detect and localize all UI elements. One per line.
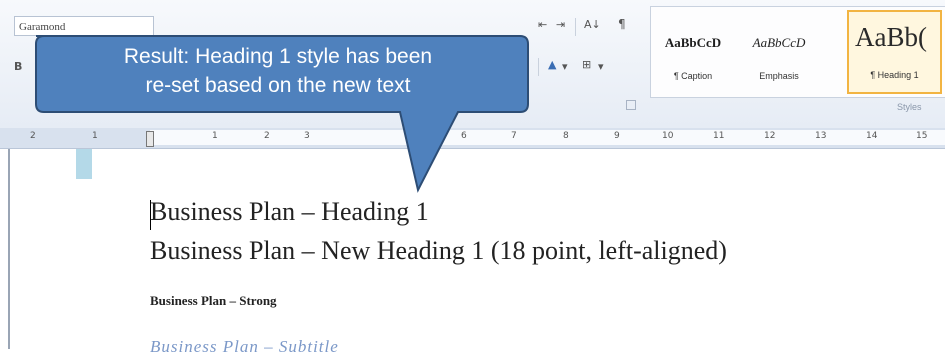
styles-group-label: Styles	[897, 102, 922, 112]
borders-dropdown-icon[interactable]: ▾	[598, 60, 604, 73]
ruler-number: 9	[614, 131, 620, 141]
callout-text: Result: Heading 1 style has been re-set …	[38, 42, 518, 100]
text-caret	[150, 200, 151, 230]
ruler-number: 1	[92, 131, 98, 141]
shading-icon[interactable]: ▲	[548, 58, 556, 71]
callout-line-1: Result: Heading 1 style has been	[123, 45, 433, 68]
callout-line-2: re-set based on the new text	[145, 74, 411, 97]
ruler-number: 12	[764, 131, 776, 141]
ruler-number: 7	[511, 131, 517, 141]
style-caption-name: ¶ Caption	[673, 71, 713, 81]
shading-dropdown-icon[interactable]: ▾	[562, 60, 568, 73]
strong-text[interactable]: Business Plan – Strong	[150, 293, 277, 309]
page-edge	[8, 149, 10, 349]
style-emphasis[interactable]: AaBbCcD Emphasis	[735, 7, 823, 97]
ruler-number: 10	[662, 131, 674, 141]
ruler-number: 13	[815, 131, 827, 141]
increase-indent-icon[interactable]: ⇥	[556, 18, 565, 31]
ruler-number: 14	[866, 131, 878, 141]
style-caption-sample: AaBbCcD	[664, 35, 722, 50]
decrease-indent-icon[interactable]: ⇤	[538, 18, 547, 31]
style-caption[interactable]: AaBbCcD ¶ Caption	[655, 7, 731, 97]
style-emphasis-sample: AaBbCcD	[752, 35, 806, 50]
ruler-number: 11	[713, 131, 725, 141]
style-emphasis-name: Emphasis	[759, 71, 799, 81]
indent-marker[interactable]	[146, 131, 154, 147]
dropdown-arrow-icon[interactable]: ▾	[520, 60, 526, 73]
style-heading-1-name: ¶ Heading 1	[870, 70, 919, 80]
style-heading-1-sample: AaBb(	[855, 22, 927, 52]
ruler-number: 2	[264, 131, 270, 141]
sort-icon[interactable]: A↓	[584, 18, 601, 31]
borders-icon[interactable]: ⊞	[582, 58, 591, 71]
ruler-number: 3	[304, 131, 310, 141]
font-name-box[interactable]: Garamond	[14, 16, 154, 36]
ruler-number: 1	[212, 131, 218, 141]
new-heading-1-text[interactable]: Business Plan – New Heading 1 (18 point,…	[150, 236, 727, 266]
document-page[interactable]: Business Plan – Heading 1 Business Plan …	[0, 149, 945, 356]
ruler-number: 2	[30, 131, 36, 141]
ruler[interactable]: 2 1 1 2 3 6 7 8 9 10 11 12 13 14 15	[0, 128, 945, 149]
styles-gallery: AaBbCcD ¶ Caption AaBbCcD Emphasis AaBb(…	[650, 6, 945, 98]
subtitle-text[interactable]: Business Plan – Subtitle	[150, 337, 339, 357]
selection-bar	[76, 149, 92, 179]
heading-1-text[interactable]: Business Plan – Heading 1	[150, 197, 429, 227]
ruler-number: 6	[461, 131, 467, 141]
style-heading-1[interactable]: AaBb( ¶ Heading 1	[847, 10, 942, 94]
show-formatting-icon[interactable]: ¶	[618, 17, 626, 31]
paragraph-dialog-launcher-icon[interactable]	[626, 100, 636, 110]
ruler-number: 15	[916, 131, 928, 141]
bold-icon[interactable]: B	[14, 60, 22, 73]
ruler-number: 8	[563, 131, 569, 141]
